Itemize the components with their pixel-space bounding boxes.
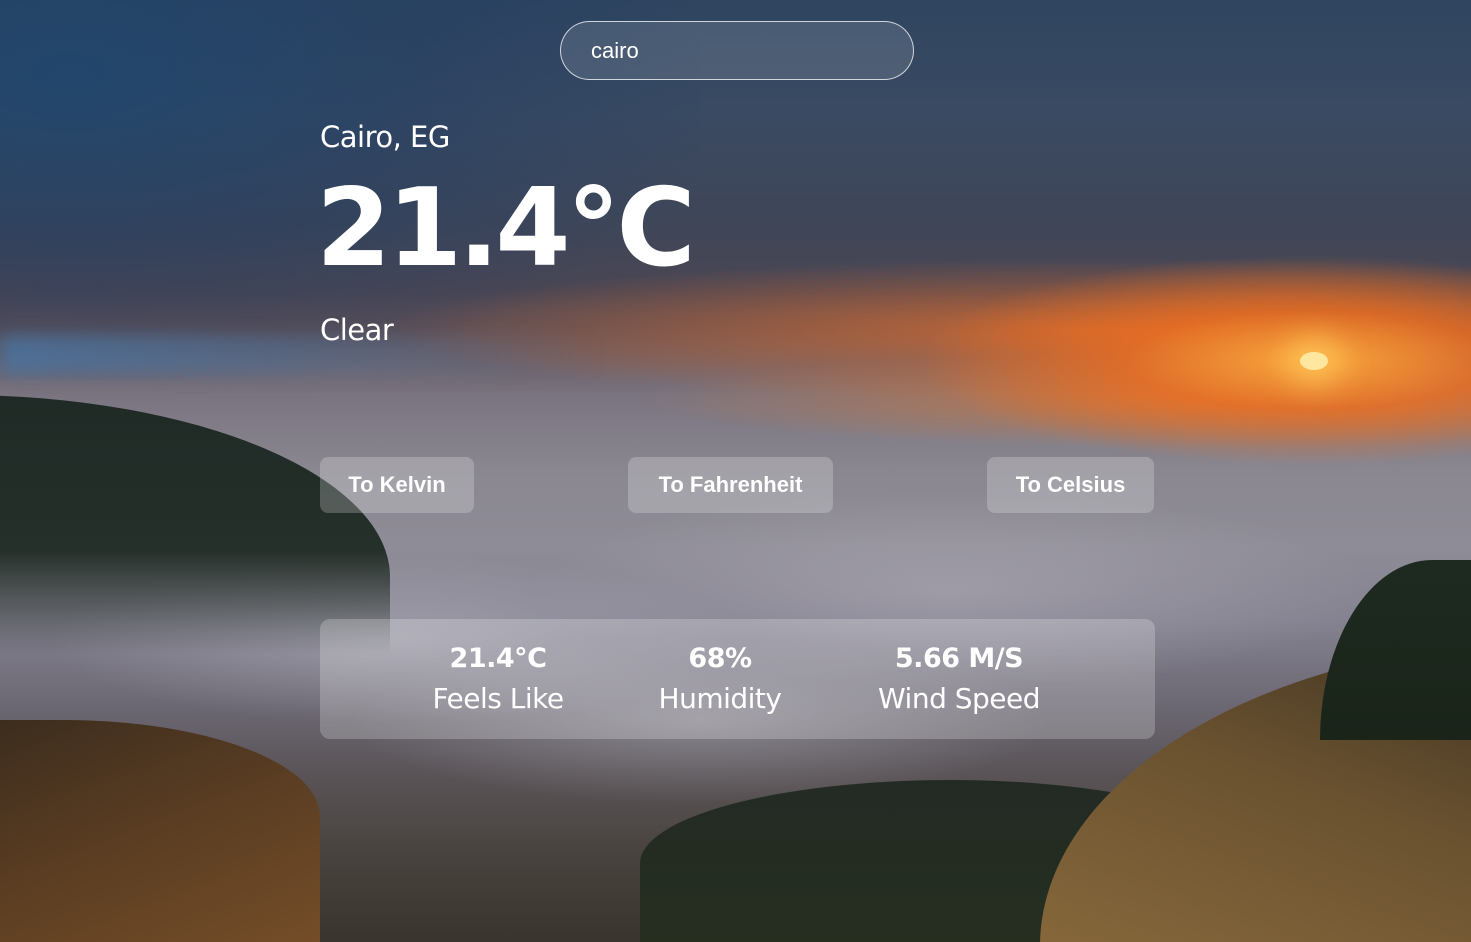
wind-speed-stat: 5.66 M/S Wind Speed [877, 639, 1041, 719]
location-label: Cairo, EG [320, 120, 450, 154]
weather-details-panel: 21.4°C Feels Like 68% Humidity 5.66 M/S … [320, 619, 1155, 739]
to-celsius-button[interactable]: To Celsius [987, 457, 1154, 513]
to-fahrenheit-button[interactable]: To Fahrenheit [628, 457, 833, 513]
current-temperature: 21.4°C [316, 166, 696, 291]
to-kelvin-button[interactable]: To Kelvin [320, 457, 474, 513]
city-search-input[interactable] [560, 21, 914, 80]
feels-like-value: 21.4°C [449, 643, 547, 674]
feels-like-stat: 21.4°C Feels Like [432, 639, 564, 719]
humidity-value: 68% [688, 643, 752, 674]
setting-sun [1300, 352, 1328, 370]
wind-speed-label: Wind Speed [877, 682, 1041, 715]
humidity-stat: 68% Humidity [659, 639, 782, 719]
weather-condition: Clear [320, 313, 394, 347]
humidity-label: Humidity [658, 682, 782, 715]
wind-speed-value: 5.66 M/S [894, 643, 1024, 674]
search-container [560, 21, 914, 80]
feels-like-label: Feels Like [432, 682, 564, 715]
horizon-glow [0, 335, 600, 375]
